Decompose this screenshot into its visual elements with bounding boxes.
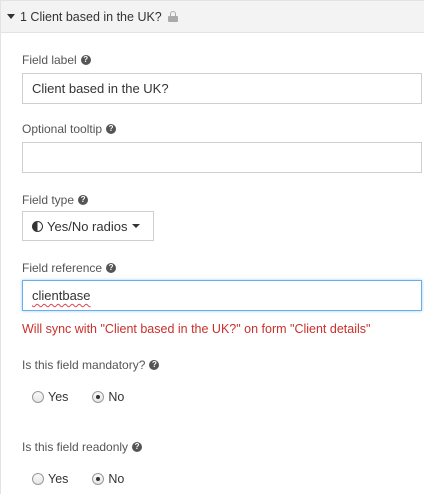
field-label-label: Field label [22,53,77,67]
field-reference-input[interactable]: clientbase [22,280,422,311]
panel-title: 1 Client based in the UK? [20,9,162,24]
mandatory-no-radio[interactable] [92,391,105,403]
caret-down-icon[interactable] [7,14,15,19]
field-label-input[interactable]: Client based in the UK? [22,73,422,104]
chevron-down-icon [132,224,141,228]
optional-tooltip-label: Optional tooltip [22,122,103,136]
readonly-no-radio[interactable] [92,473,105,485]
field-reference-value: clientbase [32,288,91,303]
field-type-heading: Field type ? [22,193,89,207]
field-type-label: Field type [22,193,75,207]
field-reference-heading: Field reference ? [22,261,117,275]
readonly-label: Is this field readonly [22,440,129,454]
field-type-dropdown[interactable]: Yes/No radios [22,211,154,241]
mandatory-heading: Is this field mandatory? ? [22,358,160,372]
help-icon[interactable]: ? [132,442,143,452]
field-reference-label: Field reference [22,261,103,275]
help-icon[interactable]: ? [106,263,117,273]
mandatory-yes-label: Yes [48,390,69,404]
help-icon[interactable]: ? [106,124,117,134]
lock-icon[interactable] [167,11,178,22]
mandatory-radio-group: Yes No [32,390,148,404]
field-type-selected: Yes/No radios [47,218,128,234]
readonly-yes-label: Yes [48,472,69,486]
help-icon[interactable]: ? [78,195,89,205]
field-editor-panel: 1 Client based in the UK? Field label ? … [0,0,424,494]
readonly-yes-radio[interactable] [32,473,44,485]
mandatory-yes-radio[interactable] [32,391,44,403]
readonly-radio-group: Yes No [32,472,148,486]
readonly-no-option[interactable]: No [92,472,124,486]
field-label-heading: Field label ? [22,53,91,67]
help-icon[interactable]: ? [80,55,91,65]
help-icon[interactable]: ? [149,360,160,370]
half-circle-icon [32,220,43,232]
field-label-value: Client based in the UK? [32,81,169,96]
mandatory-no-option[interactable]: No [92,390,124,404]
readonly-heading: Is this field readonly ? [22,440,143,454]
readonly-no-label: No [108,472,125,486]
mandatory-no-label: No [108,390,125,404]
optional-tooltip-input[interactable] [22,142,422,173]
panel-header[interactable]: 1 Client based in the UK? [1,0,424,33]
optional-tooltip-heading: Optional tooltip ? [22,122,117,136]
mandatory-label: Is this field mandatory? [22,358,146,372]
mandatory-yes-option[interactable]: Yes [32,390,68,404]
sync-message: Will sync with "Client based in the UK?"… [22,322,371,336]
readonly-yes-option[interactable]: Yes [32,472,68,486]
